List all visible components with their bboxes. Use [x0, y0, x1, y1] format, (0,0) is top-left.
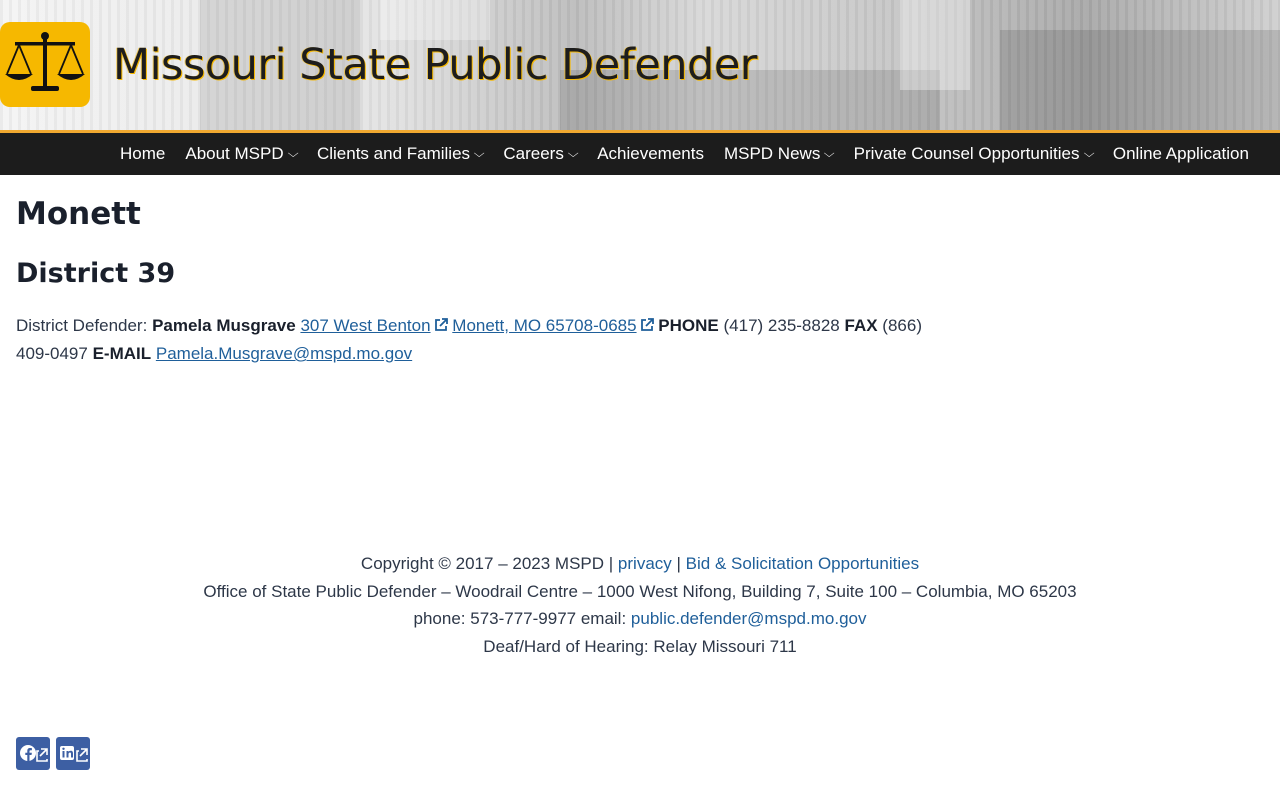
- linkedin-icon: [60, 746, 88, 762]
- external-link-icon: [434, 318, 448, 331]
- email-label: E-MAIL: [92, 344, 152, 363]
- nav-label: Private Counsel Opportunities: [853, 144, 1080, 163]
- privacy-link[interactable]: privacy: [618, 554, 672, 573]
- bid-solicitation-link[interactable]: Bid & Solicitation Opportunities: [686, 554, 919, 573]
- fax-label: FAX: [844, 316, 878, 335]
- nav-item-news[interactable]: MSPD News ⌵: [714, 144, 844, 164]
- main-nav: Home About MSPD ⌵ Clients and Families ⌵ C…: [0, 130, 1280, 175]
- copyright-text: Copyright © 2017 – 2023 MSPD: [360, 554, 605, 573]
- site-footer: Copyright © 2017 – 2023 MSPD | privacy |…: [0, 550, 1280, 660]
- nav-item-achievements[interactable]: Achievements: [587, 144, 714, 164]
- defender-name: Pamela Musgrave: [152, 316, 296, 335]
- site-title[interactable]: Missouri State Public Defender: [113, 40, 757, 90]
- nav-label: Careers: [503, 144, 564, 163]
- footer-phone-text: phone: 573-777-9977 email:: [413, 609, 627, 628]
- nav-item-online-application[interactable]: Online Application: [1103, 144, 1259, 164]
- defender-label: District Defender:: [16, 316, 148, 335]
- district-heading: District 39: [16, 258, 176, 289]
- footer-line-contact: phone: 573-777-9977 email: public.defend…: [0, 605, 1280, 633]
- nav-item-home[interactable]: Home: [110, 144, 175, 164]
- nav-label: MSPD News: [723, 144, 821, 163]
- chevron-down-icon: ⌵: [824, 147, 835, 160]
- address-link-city[interactable]: Monett, MO 65708-0685: [452, 316, 654, 335]
- footer-line-copyright: Copyright © 2017 – 2023 MSPD | privacy |…: [0, 550, 1280, 578]
- site-logo[interactable]: [0, 22, 90, 107]
- chevron-down-icon: ⌵: [1083, 147, 1095, 160]
- office-info: District Defender: Pamela Musgrave 307 W…: [16, 312, 926, 368]
- phone-value: (417) 235-8828: [723, 316, 840, 335]
- fax-value-part2: 409-0497: [16, 344, 88, 363]
- nav-label: Achievements: [597, 144, 704, 163]
- external-link-icon: [640, 318, 654, 331]
- footer-relay: Deaf/Hard of Hearing: Relay Missouri 711: [483, 636, 797, 656]
- chevron-down-icon: ⌵: [567, 147, 579, 160]
- chevron-down-icon: ⌵: [473, 147, 485, 160]
- address-city: Monett, MO 65708-0685: [452, 316, 637, 335]
- nav-item-clients-families[interactable]: Clients and Families ⌵: [307, 144, 493, 164]
- email-link[interactable]: Pamela.Musgrave@mspd.mo.gov: [156, 344, 412, 363]
- nav-item-about[interactable]: About MSPD ⌵: [175, 144, 307, 164]
- nav-item-careers[interactable]: Careers ⌵: [493, 144, 587, 164]
- nav-label: About MSPD: [185, 144, 284, 163]
- separator: |: [676, 554, 681, 573]
- header-banner: Missouri State Public Defender: [0, 0, 1280, 130]
- address-link-street[interactable]: 307 West Benton: [300, 316, 448, 335]
- nav-label: Clients and Families: [316, 144, 471, 163]
- footer-email-link[interactable]: public.defender@mspd.mo.gov: [631, 609, 867, 628]
- page-title: Monett: [16, 196, 141, 232]
- nav-label: Online Application: [1112, 144, 1249, 163]
- separator: |: [608, 554, 614, 573]
- address-street: 307 West Benton: [300, 316, 431, 335]
- scales-of-justice-icon: [5, 32, 85, 91]
- nav-item-private-counsel[interactable]: Private Counsel Opportunities ⌵: [844, 144, 1103, 164]
- chevron-down-icon: ⌵: [287, 147, 299, 160]
- nav-label: Home: [120, 144, 166, 163]
- footer-office-address: Office of State Public Defender – Woodra…: [203, 581, 1077, 601]
- facebook-link[interactable]: [16, 737, 50, 770]
- linkedin-link[interactable]: [56, 737, 90, 770]
- social-links: [16, 737, 90, 770]
- facebook-icon: [20, 745, 48, 762]
- fax-value-part1: (866): [882, 316, 922, 335]
- phone-label: PHONE: [658, 316, 719, 335]
